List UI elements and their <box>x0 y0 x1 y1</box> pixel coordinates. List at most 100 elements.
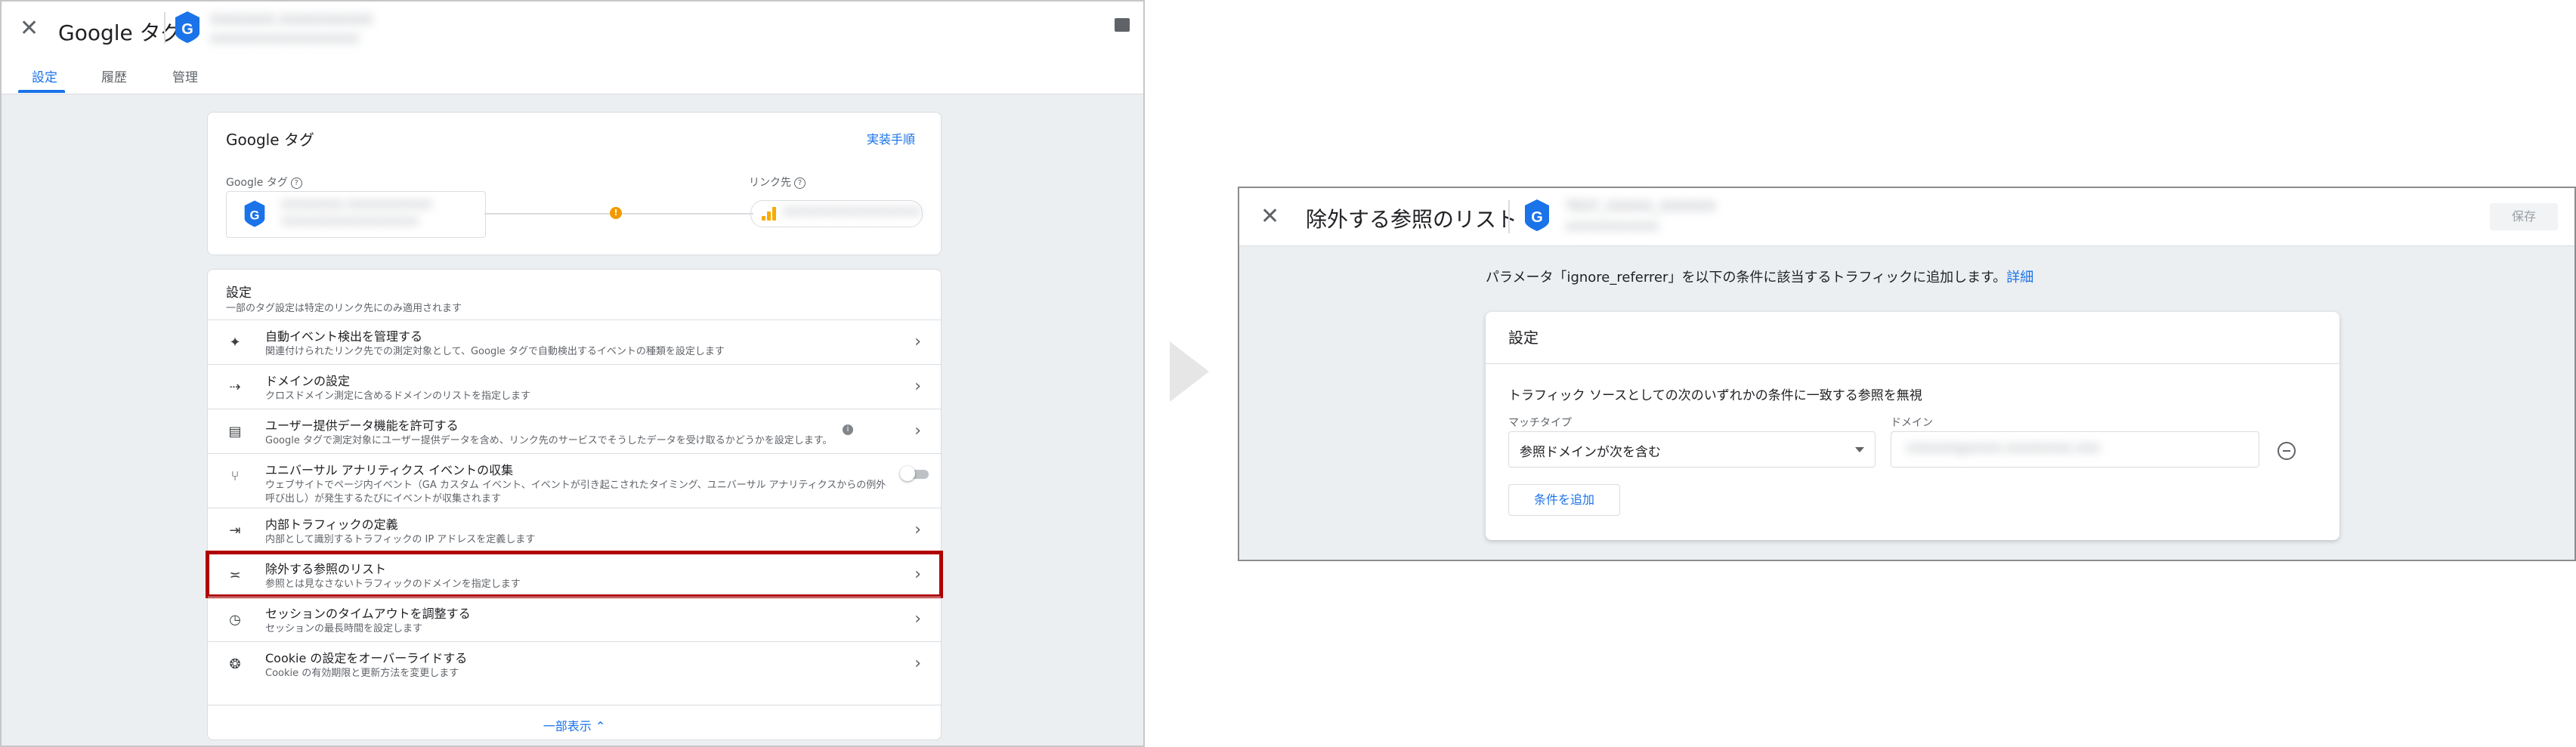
top-bar: ✕ 除外する参照のリスト G TEST_XXXXX_XXXXXX XXXXXXX… <box>1239 188 2574 246</box>
destination-name: XXXXXXXXXXXXXXXXXXX <box>783 206 921 218</box>
setting-row-user-provided-data[interactable]: ▤ ユーザー提供データ機能を許可する Google タグで測定対象にユーザー提供… <box>208 409 941 453</box>
rule-description: トラフィック ソースとしての次のいずれかの条件に一致する参照を無視 <box>1508 388 1922 403</box>
intro-text: パラメータ「ignore_referrer」を以下の条件に該当するトラフィックに… <box>1486 267 2033 286</box>
chevron-right-icon: › <box>914 421 921 440</box>
google-tag-icon: G <box>1525 199 1549 231</box>
ua-events-toggle[interactable] <box>900 466 929 481</box>
setting-title: ドメインの設定 <box>265 374 351 388</box>
chevron-right-icon: › <box>914 377 921 396</box>
setting-title: Cookie の設定をオーバーライドする <box>265 651 468 665</box>
setting-description: Google タグで測定対象にユーザー提供データを含め、リンク先のサービスでそう… <box>265 435 833 446</box>
setting-title: 内部トラフィックの定義 <box>265 517 398 532</box>
account-name: XXXXXXX.XXXXXXXXXX <box>210 12 373 28</box>
setting-row-internal-traffic[interactable]: ⇥ 内部トラフィックの定義 内部として識別するトラフィックの IP アドレスを定… <box>208 508 941 552</box>
setting-row-unwanted-referrals[interactable]: ≍ 除外する参照のリスト 参照とは見なさないトラフィックのドメインを指定します … <box>206 551 943 598</box>
setting-description: 内部として識別するトラフィックの IP アドレスを定義します <box>265 534 536 545</box>
account-id: XXXXXXXXXXXX <box>1566 220 1659 233</box>
settings-subtitle: 一部のタグ設定は特定のリンク先にのみ適用されます <box>226 303 462 314</box>
svg-text:G: G <box>181 21 193 38</box>
setting-row-cookie[interactable]: ❂ Cookie の設定をオーバーライドする Cookie の有効期限と更新方法… <box>208 641 941 686</box>
chevron-right-icon: › <box>914 332 921 351</box>
domain-value: XXXXXX@XXXX.XXXXXXXX.XXX <box>1906 441 2101 455</box>
implementation-link[interactable]: 実装手順 <box>867 129 915 147</box>
card-title: 設定 <box>1508 329 1538 347</box>
setting-title: ユーザー提供データ機能を許可する <box>265 418 459 433</box>
google-tag-card: Google タグ 実装手順 Google タグ? リンク先? G XXXXXX… <box>207 112 942 255</box>
domain-input[interactable]: XXXXXX@XXXX.XXXXXXXX.XXX <box>1891 431 2259 468</box>
tag-name: XXXXXXXX.XXXXXXXXXXX <box>281 198 433 211</box>
match-type-label: マッチタイプ <box>1508 417 1572 429</box>
setting-description: セッションの最長時間を設定します <box>265 623 423 634</box>
chevron-right-icon: › <box>914 654 921 673</box>
help-icon[interactable]: ? <box>290 177 302 189</box>
unwanted-referrals-panel: ✕ 除外する参照のリスト G TEST_XXXXX_XXXXXX XXXXXXX… <box>1238 187 2576 561</box>
destination-box[interactable]: XXXXXXXXXXXXXXXXXXX <box>750 200 923 227</box>
setting-description: 関連付けられたリンク先での測定対象として、Google タグで自動検出するイベン… <box>265 346 725 357</box>
close-icon[interactable]: ✕ <box>1260 203 1279 230</box>
internal-traffic-icon: ⇥ <box>229 523 241 539</box>
destination-label-text: リンク先 <box>749 177 791 189</box>
divider <box>164 12 165 44</box>
setting-title: 自動イベント検出を管理する <box>265 329 423 344</box>
list-exclude-icon: ≍ <box>229 567 241 583</box>
tag-label-text: Google タグ <box>226 177 288 189</box>
account-name: TEST_XXXXX_XXXXXX <box>1566 199 1716 215</box>
show-less-link[interactable]: 一部表示 ⌃ <box>208 705 941 741</box>
tab-history[interactable]: 履歴 <box>101 66 127 85</box>
add-condition-button[interactable]: 条件を追加 <box>1508 484 1620 516</box>
setting-title: セッションのタイムアウトを調整する <box>265 607 471 621</box>
setting-row-session-timeout[interactable]: ◷ セッションのタイムアウトを調整する セッションの最長時間を設定します › <box>208 597 941 641</box>
clock-icon: ◷ <box>229 612 241 628</box>
chevron-right-icon: › <box>914 520 921 539</box>
settings-title: 設定 <box>226 286 252 301</box>
active-tab-indicator <box>18 90 65 93</box>
divider <box>1486 363 2339 364</box>
tab-settings[interactable]: 設定 <box>32 66 57 85</box>
domain-label: ドメイン <box>1891 417 1933 429</box>
setting-description: 参照とは見なさないトラフィックのドメインを指定します <box>265 579 521 590</box>
destination-label: リンク先? <box>749 174 806 190</box>
settings-card: 設定 一部のタグ設定は特定のリンク先にのみ適用されます ✦ 自動イベント検出を管… <box>206 269 943 741</box>
tag-box[interactable]: G XXXXXXXX.XXXXXXXXXXX XXXXXXXXXXXXXXXXX… <box>226 191 486 238</box>
info-icon[interactable]: i <box>843 424 853 435</box>
intro-description: パラメータ「ignore_referrer」を以下の条件に該当するトラフィックに… <box>1486 270 2007 286</box>
chevron-right-icon: › <box>914 610 921 628</box>
divider <box>1508 200 1510 233</box>
setting-row-ua-events: ⑂ ユニバーサル アナリティクス イベントの収集 ウェブサイトでページ内イベント… <box>208 453 941 508</box>
google-tag-icon: G <box>175 11 199 43</box>
feedback-icon[interactable] <box>1115 18 1130 32</box>
google-tag-icon: G <box>244 200 265 227</box>
svg-text:G: G <box>1531 209 1543 226</box>
page-title: 除外する参照のリスト <box>1306 207 1518 232</box>
tab-bar: 設定 履歴 管理 <box>2 54 1143 94</box>
arrow-right-icon <box>1170 341 1209 402</box>
setting-description-line2: 呼び出し）が発生するたびにイベントが収集されます <box>265 493 502 505</box>
setting-description: クロスドメイン測定に含めるドメインのリストを指定します <box>265 390 531 402</box>
google-tag-settings-panel: ✕ Google タグ G XXXXXXX.XXXXXXXXXX XXXXXXX… <box>0 0 1145 747</box>
setting-description: Cookie の有効期限と更新方法を変更します <box>265 668 459 679</box>
help-icon[interactable]: ? <box>794 177 806 189</box>
tab-admin[interactable]: 管理 <box>172 66 198 85</box>
setting-title: 除外する参照のリスト <box>265 562 387 576</box>
account-id: XXXXXXXXXXXXXXXXXX <box>210 32 360 46</box>
analytics-icon <box>760 207 777 221</box>
save-button[interactable]: 保存 <box>2490 203 2558 230</box>
top-bar: ✕ Google タグ G XXXXXXX.XXXXXXXXXX XXXXXXX… <box>2 2 1143 54</box>
remove-condition-icon[interactable] <box>2278 442 2296 460</box>
referral-settings-card: 設定 トラフィック ソースとしての次のいずれかの条件に一致する参照を無視 マッチ… <box>1486 312 2339 540</box>
sparkle-icon: ✦ <box>229 335 241 350</box>
user-data-icon: ▤ <box>228 424 242 440</box>
cookie-icon: ❂ <box>229 656 241 672</box>
tag-label: Google タグ? <box>226 174 302 190</box>
match-type-select[interactable]: 参照ドメインが次を含む <box>1508 431 1876 468</box>
warning-icon: ! <box>610 207 622 219</box>
close-icon[interactable]: ✕ <box>20 15 39 42</box>
setting-title: ユニバーサル アナリティクス イベントの収集 <box>265 463 514 477</box>
match-type-value: 参照ドメインが次を含む <box>1520 445 1661 460</box>
cross-domain-icon: ⇢ <box>229 379 241 395</box>
setting-description: ウェブサイトでページ内イベント（GA カスタム イベント、イベントが引き起こされ… <box>265 480 886 491</box>
setting-row-domains[interactable]: ⇢ ドメインの設定 クロスドメイン測定に含めるドメインのリストを指定します › <box>208 364 941 409</box>
card-title: Google タグ <box>226 131 314 149</box>
learn-more-link[interactable]: 詳細 <box>2006 270 2033 286</box>
setting-row-auto-event[interactable]: ✦ 自動イベント検出を管理する 関連付けられたリンク先での測定対象として、Goo… <box>208 319 941 364</box>
